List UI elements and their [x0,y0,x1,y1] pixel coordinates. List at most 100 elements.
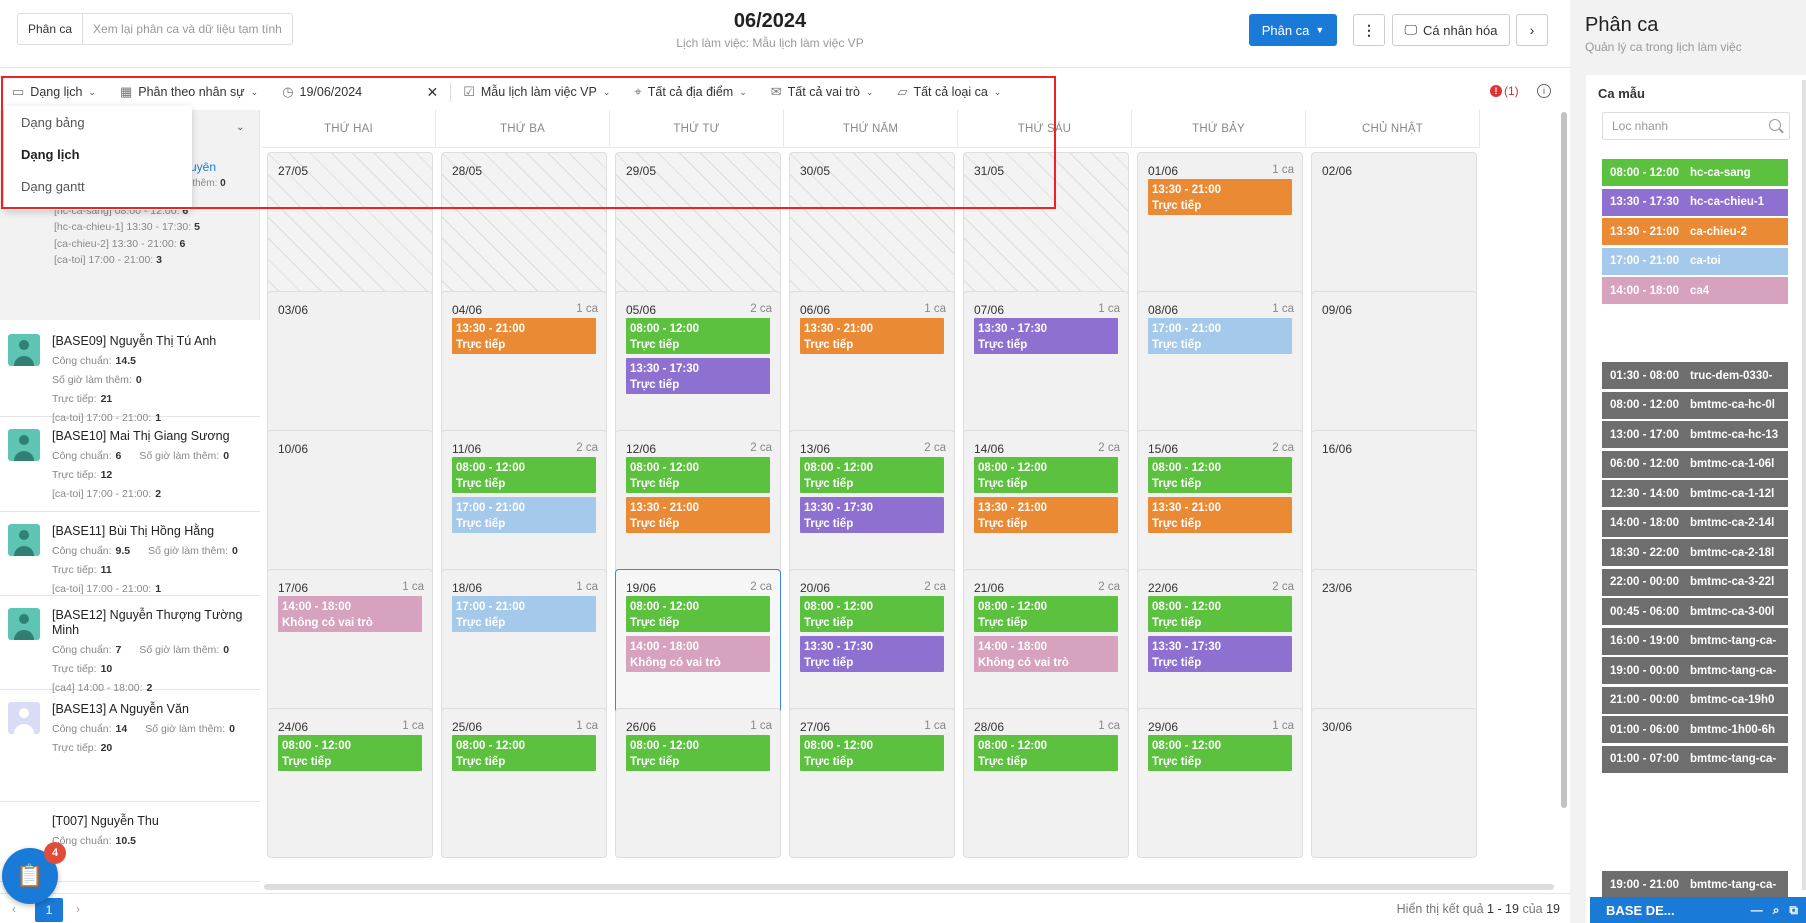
shift-block[interactable]: 17:00 - 21:00 Trực tiếp [452,596,596,632]
shift-block[interactable]: 13:30 - 21:00 Trực tiếp [626,497,770,533]
employee-card[interactable]: [BASE11] Bùi Thị Hồng Hằng Công chuẩn: 9.5… [0,512,260,596]
employee-name[interactable]: [BASE11] Bùi Thị Hồng Hằng [52,524,260,539]
day-cell[interactable]: 22/06 2 ca 08:00 - 12:00 Trực tiếp 13:30 - 1… [1137,569,1303,719]
warning-indicator[interactable]: ! (1) [1490,84,1519,98]
minimize-icon[interactable]: — [1751,903,1763,918]
shift-block[interactable]: 13:30 - 21:00 Trực tiếp [1148,179,1292,215]
day-cell[interactable]: 06/06 1 ca 13:30 - 21:00 Trực tiếp [789,291,955,441]
shift-block[interactable]: 08:00 - 12:00 Trực tiếp [452,457,596,493]
view-menu-item[interactable]: Dạng lịch [4,138,192,170]
day-cell[interactable]: 26/06 1 ca 08:00 - 12:00 Trực tiếp [615,708,781,858]
day-cell[interactable]: 28/05 [441,152,607,302]
shift-template[interactable]: 12:30 - 14:00 bmtmc-ca-1-12l [1602,480,1788,507]
shift-block[interactable]: 08:00 - 12:00 Trực tiếp [626,735,770,771]
shift-block[interactable]: 08:00 - 12:00 Trực tiếp [626,596,770,632]
mode-review-tab[interactable]: Xem lại phân ca và dữ liệu tạm tính [83,14,292,44]
chevron-down-icon[interactable]: ⌄ [236,122,244,133]
group-by-dropdown[interactable]: ▦ Phân theo nhân sự ⌄ [108,76,270,108]
shift-block[interactable]: 08:00 - 12:00 Trực tiếp [800,457,944,493]
employee-name[interactable]: [BASE13] A Nguyễn Văn [52,702,260,717]
day-cell[interactable]: 07/06 1 ca 13:30 - 17:30 Trực tiếp [963,291,1129,441]
shift-block[interactable]: 08:00 - 12:00 Trực tiếp [452,735,596,771]
day-cell[interactable]: 01/06 1 ca 13:30 - 21:00 Trực tiếp [1137,152,1303,302]
view-menu-item[interactable]: Dạng gantt [4,170,192,202]
shift-template[interactable]: 17:00 - 21:00 ca-toi [1602,247,1788,275]
employee-name[interactable]: [BASE12] Nguyễn Thượng Tường Minh [52,608,260,638]
template-dropdown[interactable]: ☑ Mẫu lịch làm việc VP ⌄ [451,76,622,108]
shift-block[interactable]: 13:30 - 21:00 Trực tiếp [800,318,944,354]
day-cell[interactable]: 27/06 1 ca 08:00 - 12:00 Trực tiếp [789,708,955,858]
chat-bar[interactable]: BASE DE... — ⌕ ⧉ [1590,897,1806,923]
employee-card[interactable]: [BASE09] Nguyễn Thị Tú Anh Công chuẩn: 14.… [0,322,260,424]
shift-block[interactable]: 08:00 - 12:00 Trực tiếp [974,457,1118,493]
shift-template[interactable]: 01:30 - 08:00 truc-dem-0330- [1602,362,1788,389]
shift-template[interactable]: 01:00 - 06:00 bmtmc-1h00-6h [1602,716,1788,743]
day-cell[interactable]: 08/06 1 ca 17:00 - 21:00 Trực tiếp [1137,291,1303,441]
shift-template[interactable]: 22:00 - 00:00 bmtmc-ca-3-22l [1602,568,1788,596]
shift-template[interactable]: 08:00 - 12:00 hc-ca-sang [1602,159,1788,186]
shift-template[interactable]: 19:00 - 21:00 bmtmc-tang-ca- [1602,871,1788,898]
day-cell[interactable]: 14/06 2 ca 08:00 - 12:00 Trực tiếp 13:30 - 2… [963,430,1129,580]
shift-template[interactable]: 13:30 - 21:00 ca-chieu-2 [1602,218,1788,245]
shift-block[interactable]: 08:00 - 12:00 Trực tiếp [800,735,944,771]
shift-template[interactable]: 16:00 - 19:00 bmtmc-tang-ca- [1602,627,1788,655]
day-cell[interactable]: 11/06 2 ca 08:00 - 12:00 Trực tiếp 17:00 - 2… [441,430,607,580]
shift-block[interactable]: 13:30 - 21:00 Trực tiếp [1148,497,1292,533]
assign-shift-button[interactable]: Phân ca ▼ [1249,14,1337,46]
shift-block[interactable]: 13:30 - 21:00 Trực tiếp [452,318,596,354]
day-cell[interactable]: 05/06 2 ca 08:00 - 12:00 Trực tiếp 13:30 - 1… [615,291,781,441]
template-search-input[interactable]: Lọc nhanh [1602,112,1790,140]
shift-template[interactable]: 00:45 - 06:00 bmtmc-ca-3-00l [1602,598,1788,625]
view-menu-item[interactable]: Dạng bảng [4,106,192,138]
shift-block[interactable]: 08:00 - 12:00 Trực tiếp [974,596,1118,632]
shift-block[interactable]: 14:00 - 18:00 Không có vai trò [278,596,422,632]
horizontal-scrollbar[interactable] [264,884,1554,890]
day-cell[interactable]: 21/06 2 ca 08:00 - 12:00 Trực tiếp 14:00 - 1… [963,569,1129,719]
day-cell[interactable]: 23/06 [1311,569,1477,719]
shift-block[interactable]: 08:00 - 12:00 Trực tiếp [800,596,944,632]
shift-block[interactable]: 13:30 - 17:30 Trực tiếp [800,497,944,533]
role-dropdown[interactable]: ✉ Tất cả vai trò ⌄ [759,76,886,108]
employee-name[interactable]: [T007] Nguyễn Thu [52,814,260,829]
vertical-scrollbar[interactable] [1561,112,1567,808]
day-cell[interactable]: 25/06 1 ca 08:00 - 12:00 Trực tiếp [441,708,607,858]
shift-block[interactable]: 13:30 - 17:30 Trực tiếp [800,636,944,672]
shift-type-dropdown[interactable]: ▱ Tất cả loại ca ⌄ [885,76,1013,108]
shift-template[interactable]: 13:30 - 17:30 hc-ca-chieu-1 [1602,188,1788,216]
shift-block[interactable]: 08:00 - 12:00 Trực tiếp [626,318,770,354]
shift-template[interactable]: 06:00 - 12:00 bmtmc-ca-1-06l [1602,450,1788,478]
shift-block[interactable]: 13:30 - 17:30 Trực tiếp [974,318,1118,354]
shift-block[interactable]: 08:00 - 12:00 Trực tiếp [1148,457,1292,493]
employee-card[interactable]: [BASE10] Mai Thị Giang Sương Công chuẩn: 6… [0,417,260,512]
personalize-button[interactable]: 🖵 Cá nhân hóa [1392,14,1510,46]
day-cell[interactable]: 30/05 [789,152,955,302]
date-picker[interactable]: ◷ 19/06/2024 ✕ [270,76,450,108]
shift-block[interactable]: 14:00 - 18:00 Không có vai trò [626,636,770,672]
day-cell[interactable]: 12/06 2 ca 08:00 - 12:00 Trực tiếp 13:30 - 2… [615,430,781,580]
more-options-button[interactable]: ⋮ [1353,14,1385,46]
shift-block[interactable]: 17:00 - 21:00 Trực tiếp [1148,318,1292,354]
shift-block[interactable]: 13:30 - 17:30 Trực tiếp [626,358,770,394]
day-cell[interactable]: 17/06 1 ca 14:00 - 18:00 Không có vai trò [267,569,433,719]
shift-block[interactable]: 08:00 - 12:00 Trực tiếp [1148,596,1292,632]
mode-assign-tab[interactable]: Phân ca [18,14,84,44]
day-cell[interactable]: 30/06 [1311,708,1477,858]
day-cell[interactable]: 13/06 2 ca 08:00 - 12:00 Trực tiếp 13:30 - 1… [789,430,955,580]
day-cell[interactable]: 20/06 2 ca 08:00 - 12:00 Trực tiếp 13:30 - 1… [789,569,955,719]
shift-block[interactable]: 14:00 - 18:00 Không có vai trò [974,636,1118,672]
panel-scrollbar[interactable] [1802,80,1806,890]
next-panel-button[interactable]: › [1516,14,1548,46]
shift-template[interactable]: 19:00 - 00:00 bmtmc-tang-ca- [1602,657,1788,684]
day-cell[interactable]: 10/06 [267,430,433,580]
day-cell[interactable]: 27/05 [267,152,433,302]
shift-template[interactable]: 14:00 - 18:00 bmtmc-ca-2-14l [1602,509,1788,537]
day-cell[interactable]: 24/06 1 ca 08:00 - 12:00 Trực tiếp [267,708,433,858]
next-page-icon[interactable]: › [76,902,80,916]
shift-block[interactable]: 17:00 - 21:00 Trực tiếp [452,497,596,533]
prev-page-icon[interactable]: ‹ [12,902,16,916]
day-cell[interactable]: 09/06 [1311,291,1477,441]
shift-template[interactable]: 08:00 - 12:00 bmtmc-ca-hc-0l [1602,391,1788,419]
day-cell[interactable]: 29/05 [615,152,781,302]
day-cell[interactable]: 28/06 1 ca 08:00 - 12:00 Trực tiếp [963,708,1129,858]
shift-template[interactable]: 01:00 - 07:00 bmtmc-tang-ca- [1602,745,1788,773]
